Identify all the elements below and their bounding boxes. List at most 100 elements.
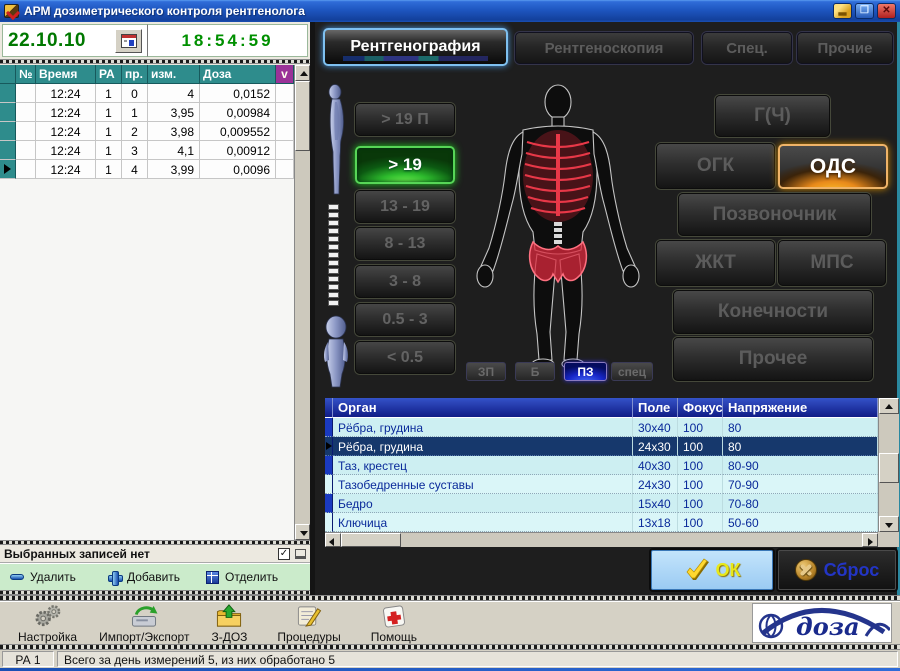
- maximize-button[interactable]: ❐: [855, 3, 874, 19]
- organ-table-hscrollbar[interactable]: [325, 532, 878, 547]
- body-part-button-limbs[interactable]: Конечности: [673, 290, 873, 334]
- cell-focus: 100: [678, 418, 723, 437]
- close-button[interactable]: ✕: [877, 3, 896, 19]
- procedures-button[interactable]: Процедуры: [277, 603, 340, 644]
- cell-ra: 1: [96, 122, 122, 141]
- date-field[interactable]: 22.10.10: [2, 24, 148, 57]
- projection-tab-spec[interactable]: спец: [611, 362, 653, 381]
- measurements-scrollbar[interactable]: [294, 65, 310, 540]
- col-header-dose[interactable]: Доза: [200, 65, 276, 84]
- settings-button[interactable]: Настройка: [18, 603, 77, 644]
- organ-row-selected[interactable]: Рёбра, грудина 24x30 100 80: [325, 437, 899, 456]
- scroll-down-button[interactable]: [879, 516, 899, 532]
- age-button-under05[interactable]: < 0.5: [355, 341, 455, 374]
- body-part-label: ОГК: [697, 155, 734, 177]
- age-button-8-13[interactable]: 8 - 13: [355, 227, 455, 260]
- age-button-13-19[interactable]: 13 - 19: [355, 190, 455, 223]
- xray-body-figure[interactable]: [461, 80, 655, 374]
- organ-table: Орган Поле Фокус Напряжение Рёбра, груди…: [325, 398, 899, 547]
- body-part-button-gkt[interactable]: ЖКТ: [656, 240, 775, 286]
- scroll-up-button[interactable]: [295, 65, 310, 81]
- organ-row[interactable]: Ключица 13x18 100 50-60: [325, 513, 899, 532]
- table-row[interactable]: 12:24 1 2 3,98 0,009552: [0, 122, 294, 141]
- help-button[interactable]: Помощь: [371, 603, 417, 644]
- organ-table-vscrollbar[interactable]: [878, 398, 899, 532]
- collapse-icon[interactable]: [295, 549, 306, 559]
- table-row[interactable]: 12:24 1 3 4,1 0,00912: [0, 141, 294, 160]
- body-part-label: Конечности: [718, 301, 828, 323]
- tab-other[interactable]: Прочие: [797, 32, 893, 64]
- 3doz-button[interactable]: З-ДОЗ: [211, 603, 247, 644]
- col-header-focus[interactable]: Фокус: [678, 398, 723, 418]
- scroll-thumb[interactable]: [295, 81, 310, 151]
- delete-label: Удалить: [30, 570, 76, 584]
- add-record-button[interactable]: Добавить: [108, 570, 196, 584]
- cell-focus: 100: [678, 456, 723, 475]
- cell-ra: 1: [96, 141, 122, 160]
- col-header-ra[interactable]: РА: [96, 65, 122, 84]
- age-button-over19-selected[interactable]: > 19: [355, 146, 455, 184]
- checkmark-icon: [684, 558, 710, 582]
- table-row[interactable]: 12:24 1 0 4 0,0152: [0, 84, 294, 103]
- delete-record-button[interactable]: Удалить: [10, 570, 98, 584]
- disk-arrows-icon: [127, 603, 161, 629]
- scroll-up-button[interactable]: [879, 398, 899, 414]
- organ-row-selector: [325, 475, 333, 494]
- body-part-label: Г(Ч): [754, 105, 791, 127]
- import-export-button[interactable]: Импорт/Экспорт: [99, 603, 189, 644]
- age-button-over19p[interactable]: > 19 П: [355, 103, 455, 136]
- col-header-izm[interactable]: изм.: [148, 65, 200, 84]
- checkbox-icon[interactable]: ✓: [278, 548, 290, 560]
- organ-row[interactable]: Тазобедренные суставы 24x30 100 70-90: [325, 475, 899, 494]
- scroll-down-button[interactable]: [295, 524, 310, 540]
- age-button-05-3[interactable]: 0.5 - 3: [355, 303, 455, 336]
- selection-status-text: Выбранных записей нет: [4, 547, 150, 561]
- minimize-button[interactable]: ▂: [833, 3, 852, 19]
- calendar-button[interactable]: [115, 29, 142, 53]
- body-part-button-ods-selected[interactable]: ОДС: [778, 144, 888, 189]
- scroll-left-button[interactable]: [325, 533, 341, 547]
- col-header-v[interactable]: v: [276, 65, 294, 84]
- tab-special[interactable]: Спец.: [702, 32, 792, 64]
- table-row[interactable]: 12:24 1 1 3,95 0,00984: [0, 103, 294, 122]
- body-part-button-mps[interactable]: МПС: [778, 240, 886, 286]
- help-cross-icon: [378, 603, 410, 629]
- tab-radiography[interactable]: Рентгенография: [323, 28, 508, 66]
- col-header-voltage[interactable]: Напряжение: [723, 398, 878, 418]
- cell-focus: 100: [678, 475, 723, 494]
- table-grid-icon: [206, 571, 219, 584]
- projection-tab-pz-selected[interactable]: ПЗ: [564, 362, 607, 381]
- table-row-current[interactable]: 12:24 1 4 3,99 0,0096: [0, 160, 294, 179]
- projection-tab-b[interactable]: Б: [515, 362, 555, 381]
- scroll-right-button[interactable]: [862, 533, 878, 547]
- body-part-button-other[interactable]: Прочее: [673, 337, 873, 381]
- body-part-button-spine[interactable]: Позвоночник: [678, 193, 871, 236]
- row-selector: [0, 84, 16, 103]
- add-label: Добавить: [127, 570, 180, 584]
- body-part-button-ogk[interactable]: ОГК: [656, 143, 775, 189]
- col-header-time[interactable]: Время: [36, 65, 96, 84]
- separate-record-button[interactable]: Отделить: [206, 570, 294, 584]
- body-part-button-head[interactable]: Г(Ч): [715, 95, 830, 137]
- cell-ra: 1: [96, 103, 122, 122]
- scroll-thumb[interactable]: [341, 533, 401, 547]
- col-header-pr[interactable]: пр.: [122, 65, 148, 84]
- col-header-field[interactable]: Поле: [633, 398, 678, 418]
- cell-pr: 2: [122, 122, 148, 141]
- organ-row[interactable]: Таз, крестец 40x30 100 80-90: [325, 456, 899, 475]
- projection-tab-zp[interactable]: ЗП: [466, 362, 506, 381]
- tab-fluoroscopy[interactable]: Рентгеноскопия: [515, 32, 693, 64]
- table-empty-area: [0, 179, 294, 540]
- ok-button[interactable]: ОК: [651, 550, 773, 590]
- tab-label: Спец.: [726, 40, 768, 57]
- selection-status-bar: Выбранных записей нет ✓: [0, 545, 310, 563]
- col-header-organ[interactable]: Орган: [333, 398, 633, 418]
- cell-organ: Бедро: [333, 494, 633, 513]
- reset-button[interactable]: Сброс: [778, 550, 896, 590]
- col-header-num[interactable]: №: [16, 65, 36, 84]
- scroll-thumb[interactable]: [879, 453, 899, 483]
- organ-row[interactable]: Рёбра, грудина 30x40 100 80: [325, 418, 899, 437]
- organ-row[interactable]: Бедро 15x40 100 70-80: [325, 494, 899, 513]
- age-button-3-8[interactable]: 3 - 8: [355, 265, 455, 298]
- cell-ra: 1: [96, 160, 122, 179]
